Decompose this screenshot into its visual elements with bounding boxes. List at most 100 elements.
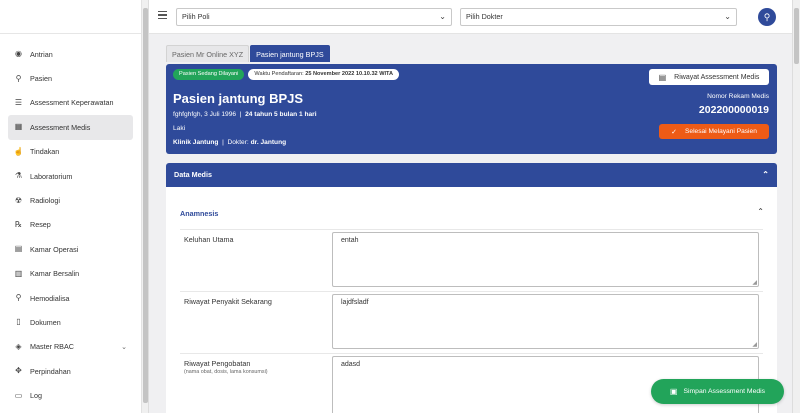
log-icon: ▭ (14, 390, 23, 400)
save-assessment-label: Simpan Assessment Medis (683, 388, 766, 395)
riwayat-pengobatan-sublabel: (nama obat, dosis, lama konsumsi) (184, 369, 268, 375)
sidebar-item-log[interactable]: ▭ Log (8, 383, 133, 407)
patient-card: Pasien Sedang Dilayani Waktu Pendaftaran… (166, 64, 777, 154)
check-icon: ✓ (671, 128, 678, 136)
sidebar-item-dokumen[interactable]: ▯ Dokumen (8, 310, 133, 334)
topbar: Pilih Poli ⌄ Pilih Dokter ⌄ ⚲ (149, 0, 792, 34)
hamburger-menu-icon[interactable] (158, 11, 167, 19)
sidebar-item-label: Dokumen (30, 317, 61, 327)
sidebar-item-label: Tindakan (30, 147, 60, 157)
dokter-select-value: Pilih Dokter (466, 12, 503, 21)
patient-clinic-doctor: Klinik Jantung | Dokter: dr. Jantung (173, 139, 287, 146)
sidebar-item-perpindahan[interactable]: ✥ Perpindahan (8, 359, 133, 383)
patient-doctor: dr. Jantung (250, 139, 287, 146)
page-scrollbar[interactable] (792, 0, 800, 413)
save-assessment-button[interactable]: ▣ Simpan Assessment Medis (651, 379, 784, 404)
user-avatar-icon[interactable]: ⚲ (758, 8, 776, 26)
sidebar-item-radiologi[interactable]: ☢ Radiologi (8, 188, 133, 212)
table-icon: ▦ (14, 122, 23, 132)
medical-record-label: Nomor Rekam Medis (707, 93, 769, 100)
chevron-up-icon[interactable]: ⌃ (757, 207, 764, 216)
sidebar-item-kamar-operasi[interactable]: ▤ Kamar Operasi (8, 237, 133, 261)
status-badge: Pasien Sedang Dilayani (173, 69, 245, 80)
sidebar-item-master-rbac[interactable]: ◈ Master RBAC ⌄ (8, 335, 133, 359)
sidebar-item-assessment-medis[interactable]: ▦ Assessment Medis (8, 115, 133, 140)
keluhan-utama-value: entah (341, 237, 359, 244)
save-icon: ▣ (669, 387, 678, 396)
resize-grip-icon[interactable]: ◢ (752, 279, 757, 286)
sidebar-item-label: Laboratorium (30, 171, 73, 181)
riwayat-penyakit-row: Riwayat Penyakit Sekarang lajdfsladf ◢ (180, 291, 763, 353)
user-icon: ⚲ (15, 73, 22, 83)
doctor-label: Dokter: (227, 139, 249, 146)
resize-grip-icon[interactable]: ◢ (752, 341, 757, 348)
registration-label: Waktu Pendaftaran: (254, 71, 304, 77)
shield-icon: ◈ (15, 341, 22, 351)
sidebar-item-label: Kamar Operasi (30, 244, 79, 254)
operating-room-icon: ▤ (14, 244, 23, 254)
move-icon: ✥ (15, 366, 22, 376)
main-content: Pasien Mr Online XYZ Pasien jantung BPJS… (149, 34, 792, 413)
anamnesis-title[interactable]: Anamnesis (180, 209, 218, 218)
sidebar-item-assessment-keperawatan[interactable]: ☰ Assessment Keperawatan (8, 91, 133, 115)
scrollbar-thumb[interactable] (794, 8, 799, 64)
sidebar-item-label: Resep (30, 220, 51, 230)
sidebar-item-label: Radiologi (30, 196, 60, 206)
list-icon: ☰ (14, 97, 23, 107)
sidebar-item-label: Assessment Medis (30, 122, 91, 132)
keluhan-utama-textarea[interactable]: entah ◢ (332, 232, 759, 287)
patient-name: Pasien jantung BPJS (173, 91, 304, 106)
chevron-down-icon: ⌄ (724, 12, 731, 21)
chevron-down-icon: ⌄ (121, 343, 127, 351)
prescription-icon: ℞ (14, 219, 23, 229)
sidebar-item-label: Master RBAC (30, 342, 74, 352)
sidebar-item-label: Perpindahan (30, 366, 71, 376)
poli-select-value: Pilih Poli (182, 12, 210, 21)
sidebar-item-label: Hemodialisa (30, 293, 70, 303)
finish-serving-label: Selesai Melayani Pasien (685, 128, 757, 135)
scrollbar-thumb[interactable] (143, 8, 148, 403)
patient-tabs: Pasien Mr Online XYZ Pasien jantung BPJS (166, 45, 331, 62)
riwayat-pengobatan-value: adasd (341, 361, 361, 368)
tab-pasien-mr-online[interactable]: Pasien Mr Online XYZ (166, 45, 250, 62)
riwayat-penyakit-label: Riwayat Penyakit Sekarang (184, 297, 272, 306)
finish-serving-button[interactable]: ✓ Selesai Melayani Pasien (659, 124, 769, 139)
keluhan-utama-label: Keluhan Utama (184, 235, 234, 244)
disc-icon: ◉ (15, 49, 22, 59)
radiology-icon: ☢ (14, 195, 23, 205)
data-medis-header[interactable]: Data Medis ⌃ (166, 163, 777, 187)
document-icon: ▯ (16, 317, 21, 327)
sidebar-scrollbar[interactable] (142, 0, 149, 413)
sidebar: ◉ Antrian ⚲ Pasien ☰ Assessment Keperawa… (0, 0, 142, 413)
riwayat-penyakit-value: lajdfsladf (341, 299, 369, 306)
lab-icon: ⚗ (14, 171, 23, 181)
sidebar-item-pasien[interactable]: ⚲ Pasien (8, 66, 133, 90)
data-medis-title: Data Medis (174, 170, 212, 179)
patient-birth-info: fghfghfgh, 3 Juli 1996 | 24 tahun 5 bula… (173, 111, 317, 118)
delivery-room-icon: ▥ (14, 268, 23, 278)
chevron-down-icon: ⌄ (439, 12, 446, 21)
dokter-select[interactable]: Pilih Dokter ⌄ (460, 8, 737, 26)
keluhan-utama-row: Keluhan Utama entah ◢ (180, 229, 763, 291)
patient-gender: Laki (173, 125, 186, 132)
sidebar-item-label: Kamar Bersalin (30, 269, 80, 279)
tab-pasien-jantung-bpjs[interactable]: Pasien jantung BPJS (250, 45, 330, 62)
sidebar-item-label: Assessment Keperawatan (30, 98, 114, 108)
poli-select[interactable]: Pilih Poli ⌄ (176, 8, 452, 26)
sidebar-item-antrian[interactable]: ◉ Antrian (8, 42, 133, 66)
sidebar-item-laboratorium[interactable]: ⚗ Laboratorium (8, 164, 133, 188)
patient-birth-place-date: fghfghfgh, 3 Juli 1996 (173, 111, 237, 118)
sidebar-item-hemodialisa[interactable]: ⚲ Hemodialisa (8, 286, 133, 310)
riwayat-penyakit-textarea[interactable]: lajdfsladf ◢ (332, 294, 759, 349)
medical-record-number: 202200000019 (698, 104, 769, 116)
sidebar-item-label: Pasien (30, 74, 52, 84)
riwayat-assessment-button[interactable]: ▤ Riwayat Assessment Medis (649, 69, 769, 85)
registration-time: 25 November 2022 10.10.32 WITA (305, 71, 394, 77)
sidebar-item-label: Antrian (30, 49, 53, 59)
sidebar-item-label: Log (30, 391, 42, 401)
sidebar-item-tindakan[interactable]: ☝ Tindakan (8, 140, 133, 164)
registration-time-badge: Waktu Pendaftaran: 25 November 2022 10.1… (248, 69, 400, 80)
chevron-up-icon: ⌃ (762, 170, 769, 179)
sidebar-item-resep[interactable]: ℞ Resep (8, 213, 133, 237)
sidebar-item-kamar-bersalin[interactable]: ▥ Kamar Bersalin (8, 262, 133, 286)
